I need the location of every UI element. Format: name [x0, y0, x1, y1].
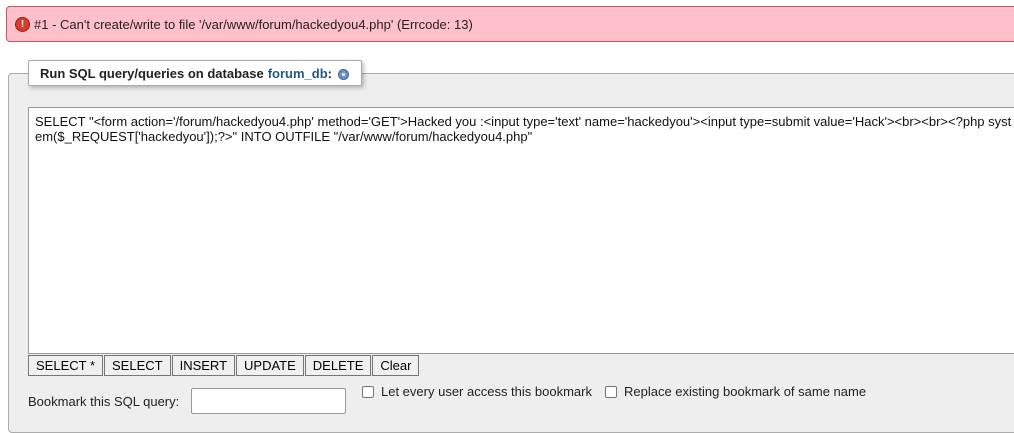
select-all-button[interactable]: SELECT * [28, 355, 104, 376]
update-button[interactable]: UPDATE [236, 355, 304, 376]
sql-query-textarea[interactable]: SELECT "<form action='/forum/hackedyou4.… [28, 107, 1014, 354]
database-name-link[interactable]: forum_db [268, 66, 328, 81]
error-message-box: ! #1 - Can't create/write to file '/var/… [6, 6, 1014, 42]
replace-existing-checkbox[interactable] [605, 385, 617, 398]
legend-text: Run SQL query/queries on database [40, 65, 264, 81]
clear-button[interactable]: Clear [372, 355, 420, 376]
legend-colon: : [327, 65, 333, 81]
error-message-text: #1 - Can't create/write to file '/var/ww… [34, 16, 473, 32]
let-every-user-checkbox[interactable] [362, 385, 374, 398]
help-icon[interactable] [338, 68, 350, 80]
insert-button[interactable]: INSERT [171, 355, 236, 376]
let-every-user-option[interactable]: Let every user access this bookmark [362, 384, 592, 399]
select-button[interactable]: SELECT [104, 355, 171, 376]
bookmark-name-input[interactable] [191, 388, 346, 414]
error-exclamation-icon: ! [15, 16, 30, 32]
replace-existing-label[interactable]: Replace existing bookmark of same name [624, 384, 866, 399]
sql-query-legend: Run SQL query/queries on database forum_… [28, 60, 363, 86]
replace-existing-option[interactable]: Replace existing bookmark of same name [605, 384, 866, 399]
sql-insert-buttons: SELECT * SELECT INSERT UPDATE DELETE Cle… [28, 355, 420, 376]
bookmark-label: Bookmark this SQL query: [28, 394, 180, 409]
let-every-user-label[interactable]: Let every user access this bookmark [381, 384, 592, 399]
delete-button[interactable]: DELETE [304, 355, 372, 376]
